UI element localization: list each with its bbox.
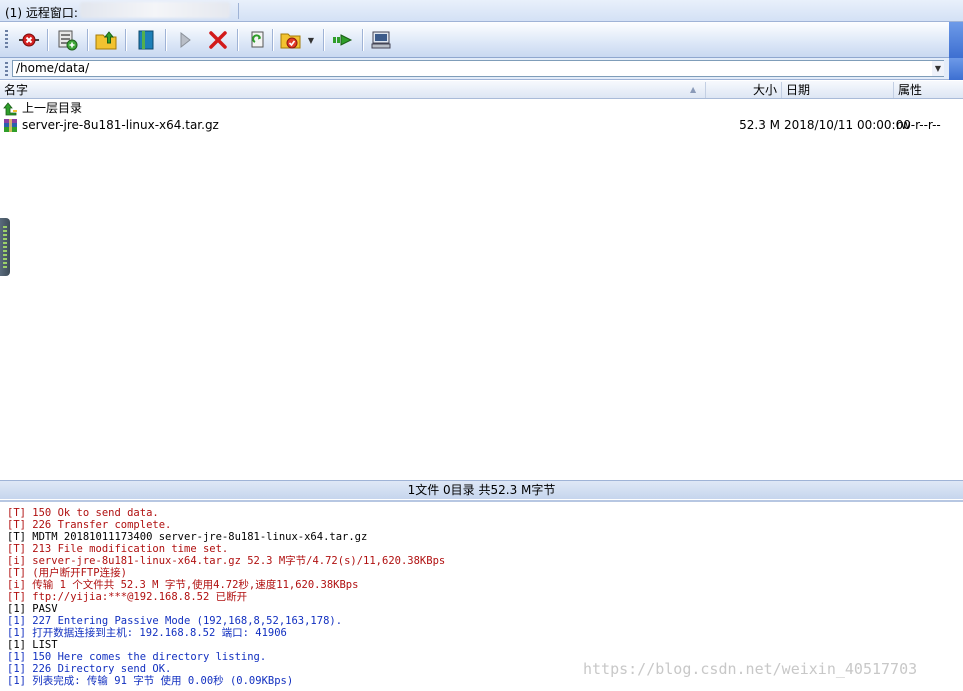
file-attr: rw-r--r-- [896, 118, 941, 132]
toolbar-separator [47, 29, 48, 51]
window-title: (1) 远程窗口: [5, 6, 78, 20]
file-list: 上一层目录 server-jre-8u181-linux-x64.tar.gz … [0, 99, 963, 480]
redacted-host [80, 2, 230, 18]
log-line: [1] 227 Entering Passive Mode (192,168,8… [7, 615, 343, 627]
log-line: [T] 226 Transfer complete. [7, 519, 172, 531]
play-button[interactable] [172, 27, 198, 53]
chevron-down-icon: ▼ [307, 35, 315, 45]
log-line: [T] (用户断开FTP连接) [7, 567, 127, 579]
parent-folder-button[interactable] [93, 27, 119, 53]
log-line: [T] 213 File modification time set. [7, 543, 229, 555]
play-icon [180, 31, 191, 49]
list-item[interactable]: 上一层目录 [0, 100, 963, 117]
file-name: server-jre-8u181-linux-x64.tar.gz [22, 118, 219, 132]
toolbar-separator [237, 29, 238, 51]
address-grip[interactable] [5, 62, 8, 76]
log-line: [1] PASV [7, 603, 58, 615]
file-name: 上一层目录 [22, 101, 83, 115]
log-line: [i] 传输 1 个文件共 52.3 M 字节,使用4.72秒,速度11,620… [7, 579, 359, 591]
side-panel-handle[interactable] [0, 218, 10, 276]
terminal-button[interactable] [368, 27, 394, 53]
column-date[interactable]: 日期 [782, 82, 894, 98]
log-line: [1] LIST [7, 639, 58, 651]
site-manager-button[interactable] [54, 27, 80, 53]
log-line: [T] MDTM 20181011173400 server-jre-8u181… [7, 531, 368, 543]
address-endcap [949, 58, 963, 80]
column-header: 名字 ▲ 大小 日期 属性 [0, 81, 963, 99]
site-manager-icon [58, 30, 78, 51]
file-date: 2018/10/11 00:00:00 [784, 118, 911, 132]
grip-dots [3, 226, 7, 268]
column-size[interactable]: 大小 [706, 82, 782, 98]
log-line: [1] 150 Here comes the directory listing… [7, 651, 267, 663]
toolbar: ▼ [0, 22, 963, 58]
file-size: 52.3 M [739, 118, 780, 132]
stop-button[interactable] [205, 27, 231, 53]
titlebar-divider [238, 3, 239, 19]
log-line: [i] server-jre-8u181-linux-x64.tar.gz 52… [7, 555, 446, 567]
folder-options-icon [280, 33, 301, 49]
toolbar-endcap [949, 22, 963, 58]
disconnect-button[interactable] [16, 27, 42, 53]
column-date-label: 日期 [786, 83, 811, 97]
stop-icon [209, 31, 227, 49]
archive-icon [4, 119, 17, 132]
column-attr-label: 属性 [898, 83, 923, 97]
bookmark-button[interactable] [133, 27, 159, 53]
status-bar: 1文件 0目录 共52.3 M字节 [0, 480, 963, 499]
bookmark-icon [138, 30, 154, 50]
parent-folder-icon [95, 31, 117, 50]
chevron-down-icon: ▼ [934, 64, 942, 73]
disconnect-icon [19, 33, 39, 47]
path-input[interactable]: /home/data/ [12, 60, 944, 77]
transfer-button[interactable] [330, 27, 356, 53]
status-text: 1文件 0目录 共52.3 M字节 [407, 483, 556, 497]
parent-dir-icon [3, 102, 17, 116]
window-titlebar: (1) 远程窗口: [0, 0, 963, 22]
log-line: [1] 列表完成: 传输 91 字节 使用 0.00秒 (0.09KBps) [7, 675, 294, 687]
log-line: [1] 226 Directory send OK. [7, 663, 172, 675]
column-attr[interactable]: 属性 [894, 82, 963, 98]
log-line: [1] 打开数据连接到主机: 192.168.8.52 端口: 41906 [7, 627, 287, 639]
toolbar-separator [323, 29, 324, 51]
toolbar-separator [165, 29, 166, 51]
terminal-icon [371, 31, 391, 49]
log-line: [T] ftp://yijia:***@192.168.8.52 已断开 [7, 591, 248, 603]
list-item[interactable]: server-jre-8u181-linux-x64.tar.gz 52.3 M… [0, 117, 963, 134]
sort-ascending-icon: ▲ [690, 85, 697, 94]
toolbar-grip[interactable] [5, 30, 8, 50]
toolbar-separator [87, 29, 88, 51]
column-name[interactable]: 名字 [0, 82, 706, 98]
path-dropdown-button[interactable]: ▼ [932, 61, 944, 76]
refresh-button[interactable] [244, 27, 270, 53]
toolbar-separator [272, 29, 273, 51]
column-size-label: 大小 [752, 83, 777, 97]
address-bar: /home/data/ ▼ [0, 58, 963, 80]
folder-options-button[interactable] [278, 27, 304, 53]
folder-options-dropdown[interactable]: ▼ [304, 27, 318, 53]
toolbar-separator [362, 29, 363, 51]
toolbar-separator [125, 29, 126, 51]
watermark-text: https://blog.csdn.net/weixin_40517703 [583, 660, 918, 678]
refresh-icon [251, 31, 264, 48]
log-line: [T] 150 Ok to send data. [7, 507, 159, 519]
column-name-label: 名字 [4, 83, 29, 97]
transfer-icon [333, 34, 353, 46]
